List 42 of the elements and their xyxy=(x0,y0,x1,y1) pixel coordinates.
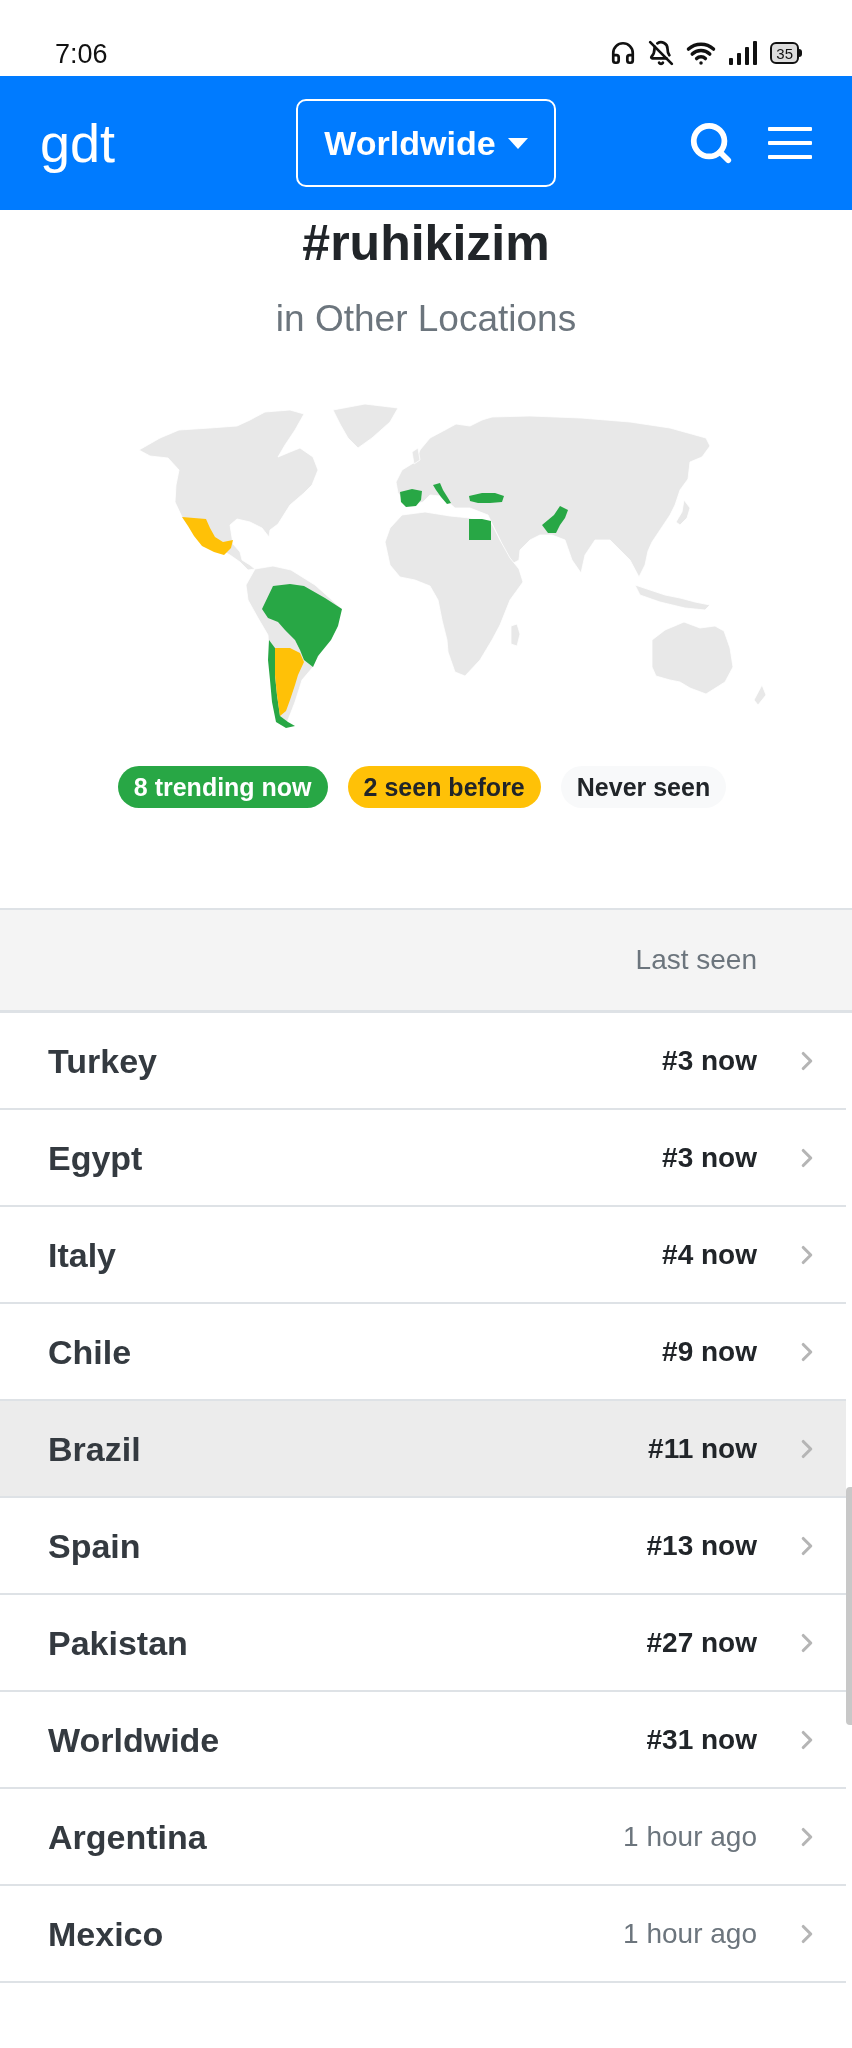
status-time: 7:06 xyxy=(55,41,108,68)
last-seen-value: #11 now xyxy=(648,1434,757,1463)
last-seen-value: #4 now xyxy=(662,1240,757,1269)
highlighted-country xyxy=(400,489,422,507)
legend-badge: 2 seen before xyxy=(347,766,541,808)
signal-icon xyxy=(728,40,759,66)
location-dropdown-button[interactable]: Worldwide xyxy=(296,99,556,187)
last-seen-value: #31 now xyxy=(646,1725,757,1754)
last-seen-value: #27 now xyxy=(646,1628,757,1657)
bell-off-icon xyxy=(648,40,675,66)
caret-down-icon xyxy=(507,137,528,149)
highlighted-country xyxy=(469,519,491,540)
subtitle: in Other Locations xyxy=(275,297,577,341)
headphones-icon xyxy=(610,40,637,66)
column-header: Last seen xyxy=(635,946,757,974)
last-seen-value: #9 now xyxy=(662,1337,757,1366)
last-seen-value: #3 now xyxy=(662,1046,757,1075)
country-name: Pakistan xyxy=(48,1625,189,1660)
last-seen-value: 1 hour ago xyxy=(623,1919,757,1948)
legend-badge: Never seen xyxy=(560,766,727,808)
country-name: Worldwide xyxy=(48,1722,221,1757)
highlighted-country xyxy=(542,506,568,533)
country-name: Brazil xyxy=(48,1431,142,1466)
country-name: Italy xyxy=(48,1237,118,1272)
hashtag-title: #ruhikizim xyxy=(302,218,550,268)
battery-indicator: 35 xyxy=(770,42,802,64)
country-name: Chile xyxy=(48,1334,133,1369)
country-name: Turkey xyxy=(48,1043,158,1078)
location-row[interactable]: Brazil #11 now xyxy=(0,1401,846,1498)
country-name: Mexico xyxy=(48,1916,165,1951)
highlighted-country xyxy=(182,517,233,555)
legend-badge: 8 trending now xyxy=(117,766,328,808)
country-name: Argentina xyxy=(48,1819,208,1854)
last-seen-value: 1 hour ago xyxy=(623,1822,757,1851)
last-seen-value: #3 now xyxy=(662,1143,757,1172)
last-seen-value: #13 now xyxy=(646,1531,757,1560)
menu-icon[interactable] xyxy=(768,127,812,159)
search-icon[interactable] xyxy=(688,120,734,166)
highlighted-country xyxy=(433,483,451,504)
highlighted-country xyxy=(469,493,504,503)
country-name: Egypt xyxy=(48,1140,144,1175)
country-name: Spain xyxy=(48,1528,142,1563)
